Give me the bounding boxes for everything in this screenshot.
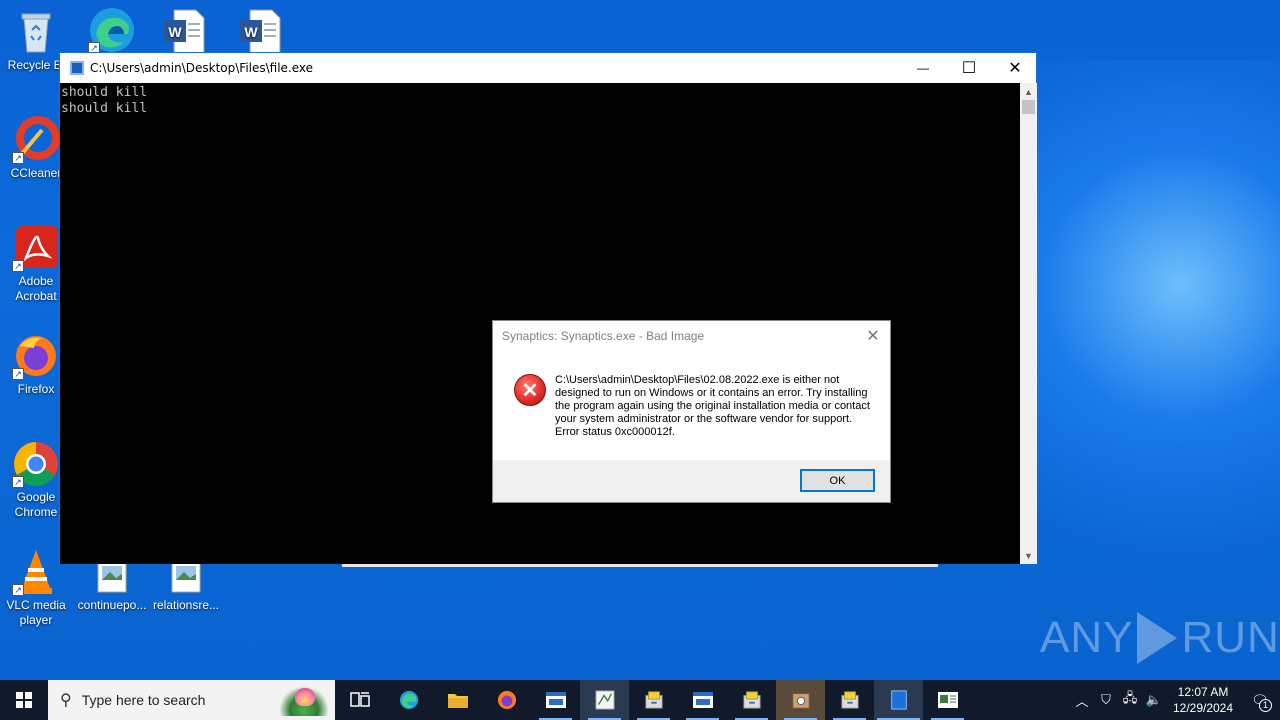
console-icon [890, 690, 907, 710]
chrome-icon: ↗ [12, 440, 60, 488]
desktop-icon-continuepo[interactable]: continuepo... [74, 556, 150, 613]
close-icon: ✕ [1008, 60, 1022, 77]
close-icon: ✕ [866, 328, 880, 345]
edge-icon [399, 690, 418, 710]
taskbar-console[interactable] [874, 680, 923, 720]
desktop-icon-label: continuepo... [77, 598, 147, 612]
close-button[interactable]: ✕ [992, 53, 1038, 83]
ccleaner-icon: ↗ [12, 116, 60, 164]
word-document-icon: W [236, 8, 284, 56]
app-window-icon [937, 692, 958, 708]
svg-text:W: W [244, 24, 258, 40]
error-icon: ✕ [514, 374, 546, 406]
system-tray: ︿ ⛉ 🖧 🔈 12:07 AM 12/29/2024 🗨 1 [1070, 680, 1280, 720]
taskbar-setup[interactable] [776, 680, 825, 720]
maximize-button[interactable]: ☐ [946, 53, 992, 83]
console-line: should kill [61, 85, 148, 100]
shortcut-arrow-icon: ↗ [12, 368, 24, 380]
desktop-icon-word-doc-2[interactable]: W [222, 8, 298, 58]
windows-logo-icon [16, 692, 32, 708]
shortcut-arrow-icon: ↗ [12, 476, 24, 488]
vlc-icon: ↗ [12, 548, 60, 596]
desktop-icon-edge[interactable]: ↗ [74, 6, 150, 56]
search-highlight-icon [279, 686, 329, 716]
taskbar: ⚲ Type here to search ︿ ⛉ 🖧 🔈 12:07 AM 1… [0, 680, 1280, 720]
installer-icon [742, 691, 761, 709]
watermark-text-right: RUN [1181, 613, 1280, 662]
console-app-icon [70, 61, 84, 75]
taskbar-search-box[interactable]: ⚲ Type here to search [48, 680, 335, 720]
security-icon[interactable]: ⛉ [1094, 692, 1118, 708]
app-window-icon [692, 692, 713, 708]
taskbar-firefox[interactable] [482, 680, 531, 720]
taskbar-app-window[interactable] [531, 680, 580, 720]
scroll-thumb[interactable] [1022, 100, 1035, 114]
setup-icon [791, 693, 810, 709]
watermark-text-left: ANY [1040, 613, 1134, 662]
shortcut-arrow-icon: ↗ [12, 152, 24, 164]
shortcut-arrow-icon: ↗ [12, 584, 24, 596]
edge-icon: ↗ [88, 6, 136, 54]
anyrun-watermark: ANY RUN [1040, 612, 1280, 664]
search-placeholder: Type here to search [81, 692, 206, 708]
paint-icon [594, 690, 615, 710]
firefox-icon: ↗ [12, 332, 60, 380]
volume-icon[interactable]: 🔈 [1142, 692, 1166, 708]
adobe-acrobat-icon: ↗ [12, 224, 60, 272]
desktop-icon-label: relationsre... [152, 598, 220, 612]
task-view-icon [349, 692, 370, 707]
dialog-footer: OK [493, 460, 890, 502]
svg-text:W: W [168, 24, 182, 40]
ok-button[interactable]: OK [800, 469, 875, 492]
search-icon: ⚲ [60, 692, 72, 709]
taskbar-installer-2[interactable] [727, 680, 776, 720]
taskbar-edge[interactable] [384, 680, 433, 720]
installer-icon [644, 691, 663, 709]
dialog-message: C:\Users\admin\Desktop\Files\02.08.2022.… [555, 374, 870, 438]
taskbar-installer[interactable] [629, 680, 678, 720]
scroll-up-arrow-icon[interactable]: ▲ [1020, 83, 1037, 100]
dialog-title: Synaptics: Synaptics.exe - Bad Image [502, 329, 705, 343]
minimize-button[interactable]: — [900, 53, 946, 83]
word-document-icon: W [160, 8, 208, 56]
play-icon [1137, 612, 1178, 664]
console-line: should kill [61, 101, 148, 116]
taskbar-app-window-2[interactable] [678, 680, 727, 720]
task-view-button[interactable] [335, 680, 384, 720]
recycle-bin-icon [12, 8, 60, 56]
error-dialog[interactable]: Synaptics: Synaptics.exe - Bad Image ✕ ✕… [492, 320, 891, 503]
taskbar-paint[interactable] [580, 680, 629, 720]
desktop-icon-word-doc-1[interactable]: W [146, 8, 222, 58]
console-titlebar[interactable]: C:\Users\admin\Desktop\Files\file.exe — … [60, 53, 1036, 83]
dialog-titlebar[interactable]: Synaptics: Synaptics.exe - Bad Image ✕ [493, 321, 890, 351]
console-scrollbar[interactable]: ▲ ▼ [1020, 83, 1037, 564]
minimize-icon: — [917, 61, 929, 75]
notification-center-button[interactable]: 🗨 1 [1240, 680, 1280, 720]
folder-icon [447, 694, 468, 708]
desktop-icon-label: VLC media player [6, 598, 66, 627]
dialog-close-button[interactable]: ✕ [862, 325, 884, 347]
taskbar-app-window-3[interactable] [923, 680, 972, 720]
console-title: C:\Users\admin\Desktop\Files\file.exe [90, 61, 314, 75]
desktop-icon-relationsre[interactable]: relationsre... [148, 556, 224, 613]
maximize-icon: ☐ [961, 60, 977, 77]
dialog-content: ✕ C:\Users\admin\Desktop\Files\02.08.202… [493, 351, 890, 461]
shortcut-arrow-icon: ↗ [12, 260, 24, 272]
taskbar-clock[interactable]: 12:07 AM 12/29/2024 [1166, 684, 1240, 716]
network-icon[interactable]: 🖧 [1118, 689, 1142, 711]
taskbar-file-explorer[interactable] [433, 680, 482, 720]
scroll-down-arrow-icon[interactable]: ▼ [1020, 547, 1037, 564]
clock-time: 12:07 AM [1177, 685, 1229, 699]
taskbar-installer-3[interactable] [825, 680, 874, 720]
notification-count: 1 [1259, 699, 1272, 712]
start-button[interactable] [0, 680, 48, 720]
chevron-up-icon[interactable]: ︿ [1070, 691, 1094, 710]
firefox-icon [497, 690, 516, 710]
installer-icon [840, 691, 859, 709]
clock-date: 12/29/2024 [1172, 701, 1234, 715]
app-window-icon [545, 692, 566, 708]
